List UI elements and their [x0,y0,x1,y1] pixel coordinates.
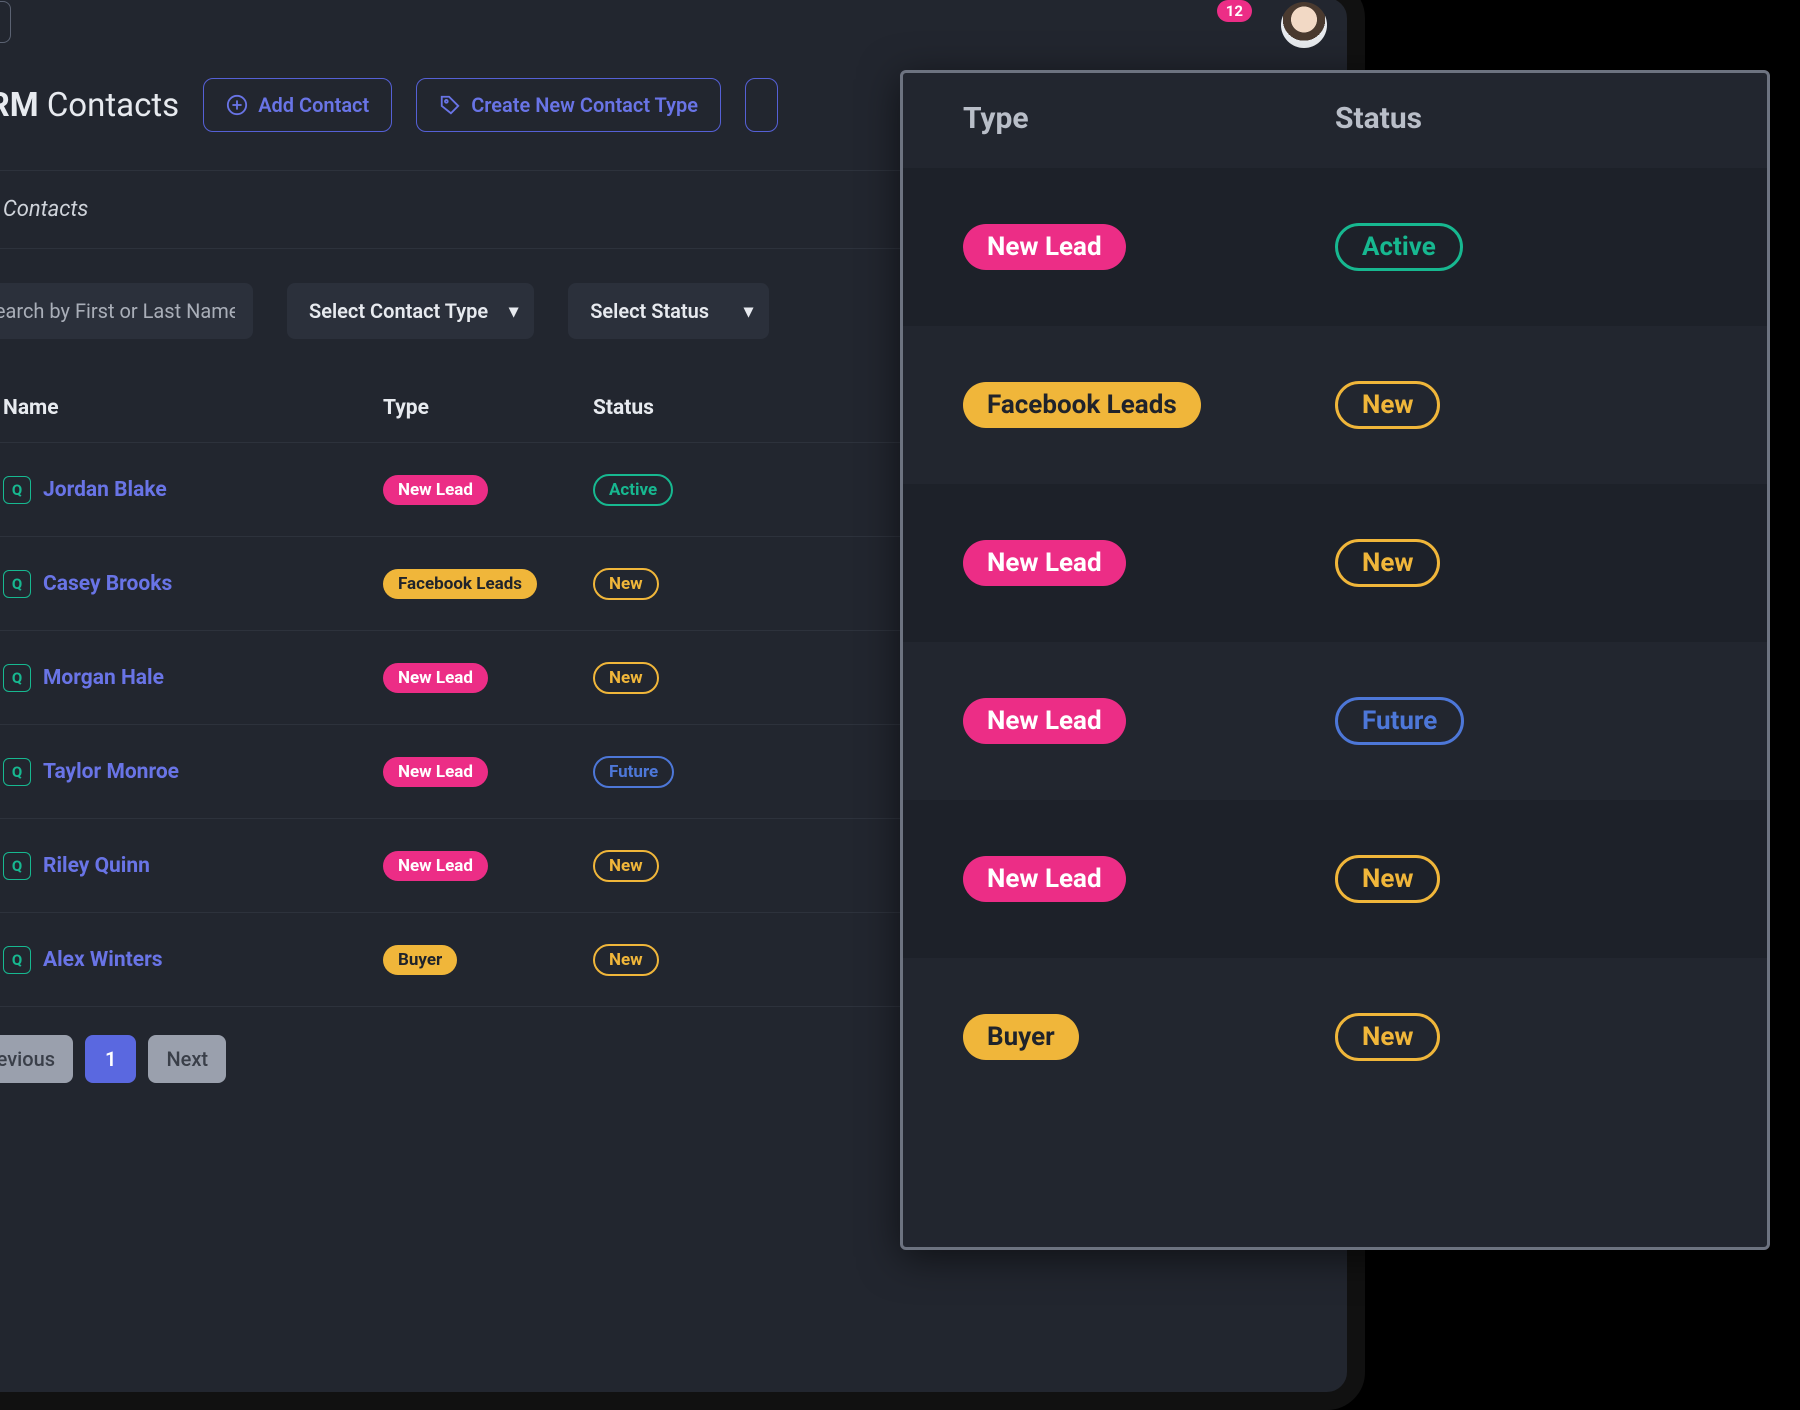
col-name: Name [3,396,383,420]
overlay-status-pill: New [1335,1013,1440,1061]
page-title-rest: Contacts [47,86,179,125]
status-pill: Active [593,474,673,506]
status-pill: New [593,568,659,600]
contact-name-link[interactable]: Casey Brooks [43,572,172,596]
contact-name-link[interactable]: Jordan Blake [43,478,167,502]
section-rest: Contacts [3,197,89,222]
overlay-type-pill: Facebook Leads [963,382,1201,428]
overlay-row: New Lead Active [903,168,1767,326]
overlay-row: Buyer New [903,958,1767,1116]
type-pill: New Lead [383,757,488,787]
overlay-status-pill: New [1335,381,1440,429]
overlay-col-status: Status [1335,101,1707,136]
status-select[interactable]: Select Status [568,283,769,339]
pager-next[interactable]: Next [148,1035,226,1083]
add-contact-label: Add Contact [258,93,369,117]
overlay-status-pill: Active [1335,223,1463,271]
status-pill: Future [593,756,674,788]
status-pill: New [593,662,659,694]
source-badge: Q [3,664,31,692]
col-type: Type [383,396,593,420]
type-pill: New Lead [383,475,488,505]
overlay-row: New Lead New [903,484,1767,642]
page-title-bold: CRM [0,86,39,125]
status-pill: New [593,850,659,882]
type-pill: Buyer [383,945,457,975]
contact-name-link[interactable]: Riley Quinn [43,854,150,878]
contact-name-link[interactable]: Alex Winters [43,948,163,972]
tag-icon [439,94,461,116]
type-pill: Facebook Leads [383,569,537,599]
type-pill: New Lead [383,663,488,693]
source-badge: Q [3,476,31,504]
page-title: CRM Contacts [0,86,179,125]
overlay-col-type: Type [963,101,1335,136]
overlay-row: New Lead New [903,800,1767,958]
create-contact-type-label: Create New Contact Type [471,93,698,117]
overlay-panel: Type Status New Lead Active Facebook Leads… [900,70,1770,1250]
overlay-type-pill: New Lead [963,856,1126,902]
create-contact-type-button[interactable]: Create New Contact Type [416,78,721,132]
col-status: Status [593,396,793,420]
contact-type-select[interactable]: Select Contact Type [287,283,534,339]
header-more-button[interactable] [745,78,778,132]
overlay-type-pill: New Lead [963,224,1126,270]
search-input[interactable] [0,283,253,339]
overlay-type-pill: New Lead [963,540,1126,586]
overlay-type-pill: Buyer [963,1014,1079,1060]
source-badge: Q [3,570,31,598]
plus-circle-icon [226,94,248,116]
menu-button[interactable] [0,1,11,43]
pager-prev[interactable]: Previous [0,1035,73,1083]
overlay-status-pill: New [1335,855,1440,903]
contact-name-link[interactable]: Taylor Monroe [43,760,179,784]
add-contact-button[interactable]: Add Contact [203,78,392,132]
notification-badge[interactable]: 12 [1217,0,1252,22]
source-badge: Q [3,946,31,974]
overlay-status-pill: Future [1335,697,1464,745]
status-pill: New [593,944,659,976]
type-pill: New Lead [383,851,488,881]
top-bar: 12 [0,0,1347,40]
contact-name-link[interactable]: Morgan Hale [43,666,164,690]
overlay-row: New Lead Future [903,642,1767,800]
source-badge: Q [3,758,31,786]
overlay-status-pill: New [1335,539,1440,587]
pager-page-1[interactable]: 1 [85,1035,136,1083]
source-badge: Q [3,852,31,880]
overlay-row: Facebook Leads New [903,326,1767,484]
avatar[interactable] [1281,2,1327,48]
overlay-header: Type Status [903,101,1767,168]
overlay-type-pill: New Lead [963,698,1126,744]
